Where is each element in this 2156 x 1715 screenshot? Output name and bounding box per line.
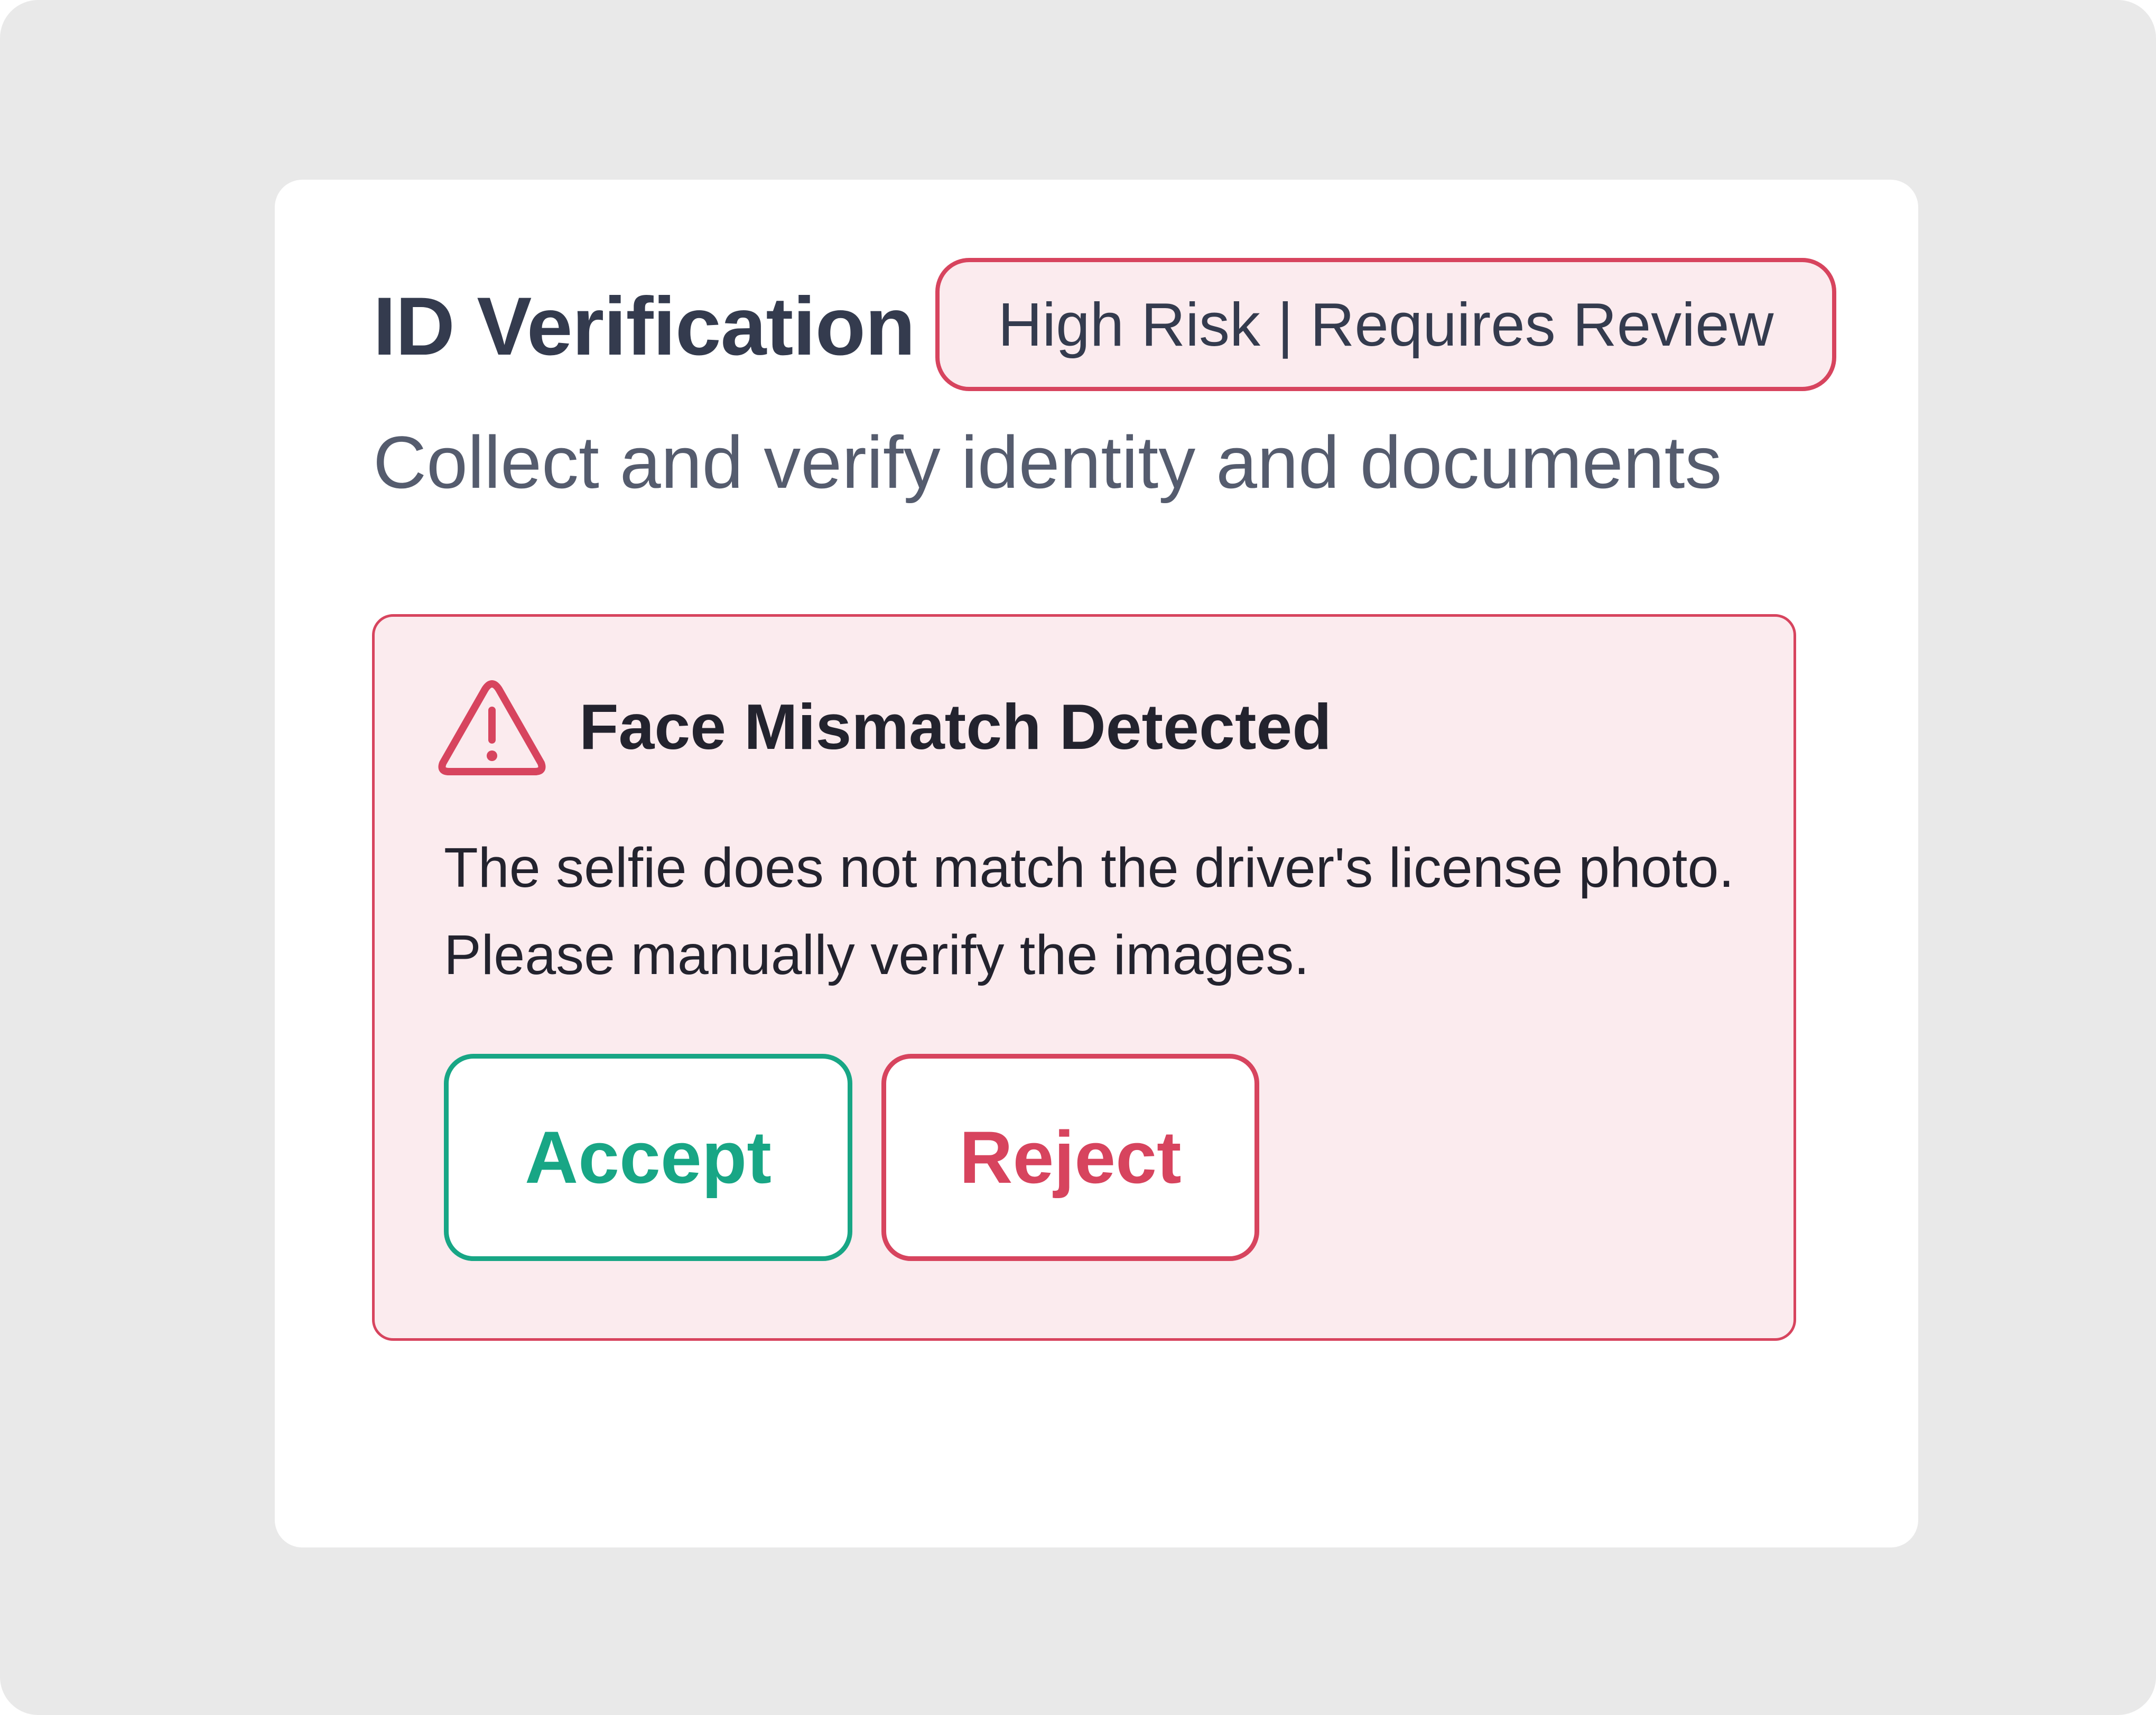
page-title: ID Verification xyxy=(373,281,915,373)
alert-title: Face Mismatch Detected xyxy=(579,691,1332,763)
reject-button[interactable]: Reject xyxy=(881,1054,1259,1261)
accept-button[interactable]: Accept xyxy=(444,1054,852,1261)
warning-triangle-icon xyxy=(438,680,546,775)
risk-status-badge: High Risk | Requires Review xyxy=(935,258,1836,391)
alert-message: The selfie does not match the driver's l… xyxy=(444,837,1734,986)
page-subtitle: Collect and verify identity and document… xyxy=(373,421,1722,504)
